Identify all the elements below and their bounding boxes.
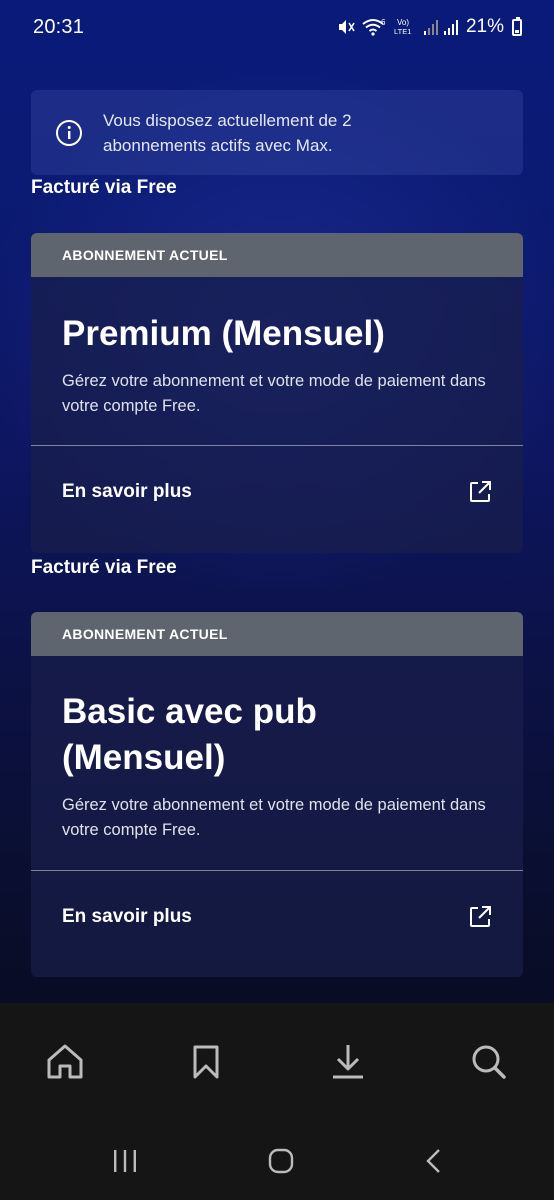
external-link-icon: [470, 906, 491, 927]
info-banner-text: Vous disposez actuellement de 2 abonneme…: [103, 110, 352, 155]
app-screen: 20:31 6 Vo) LTE1 21% Vous disposez actue…: [0, 0, 554, 1003]
learn-more-label: En savoir plus: [62, 906, 192, 927]
signal-icon: [443, 20, 458, 35]
nav-downloads[interactable]: [327, 1041, 369, 1083]
home-icon: [47, 1044, 83, 1079]
subscription-card: ABONNEMENT ACTUEL Basic avec pub (Mensue…: [31, 612, 523, 977]
plan-title: Basic avec pub (Mensuel): [62, 692, 317, 777]
card-header: ABONNEMENT ACTUEL: [31, 233, 523, 277]
status-icons: 6 Vo) LTE1: [336, 17, 458, 37]
external-link-icon: [470, 481, 491, 502]
signal-icon: [423, 20, 438, 35]
status-bar: 20:31 6 Vo) LTE1 21%: [0, 0, 554, 54]
plan-title: Premium (Mensuel): [62, 314, 385, 353]
billing-label: Facturé via Free: [31, 557, 177, 578]
svg-text:6: 6: [381, 18, 386, 27]
learn-more-label: En savoir plus: [62, 481, 192, 502]
info-icon: [56, 119, 82, 146]
back-icon[interactable]: [424, 1148, 444, 1174]
card-body: Basic avec pub (Mensuel) Gérez votre abo…: [31, 656, 523, 870]
status-indicators: 6 Vo) LTE1 21%: [336, 16, 522, 38]
search-icon: [472, 1045, 506, 1079]
bottom-navigation: [0, 1003, 554, 1121]
svg-text:LTE1: LTE1: [394, 27, 411, 36]
card-header: ABONNEMENT ACTUEL: [31, 612, 523, 656]
subscription-card: ABONNEMENT ACTUEL Premium (Mensuel) Gére…: [31, 233, 523, 553]
battery-percent: 21%: [465, 16, 504, 37]
nav-home[interactable]: [44, 1041, 86, 1083]
bookmark-icon: [193, 1045, 219, 1079]
wifi-6-icon: 6: [362, 18, 386, 36]
nav-search[interactable]: [468, 1041, 510, 1083]
svg-text:Vo): Vo): [397, 18, 409, 27]
mute-icon: [338, 20, 355, 34]
home-circle-icon[interactable]: [268, 1148, 294, 1174]
billing-label: Facturé via Free: [31, 177, 177, 198]
download-icon: [332, 1045, 363, 1079]
learn-more-link[interactable]: En savoir plus: [31, 871, 523, 963]
card-body: Premium (Mensuel) Gérez votre abonnement…: [31, 277, 523, 445]
learn-more-link[interactable]: En savoir plus: [31, 446, 523, 538]
plan-description: Gérez votre abonnement et votre mode de …: [62, 796, 486, 839]
info-banner: Vous disposez actuellement de 2 abonneme…: [31, 90, 523, 175]
nav-watchlist[interactable]: [185, 1041, 227, 1083]
recents-icon[interactable]: [112, 1148, 138, 1174]
system-navigation-bar: [0, 1121, 554, 1200]
plan-description: Gérez votre abonnement et votre mode de …: [62, 372, 486, 415]
status-time: 20:31: [33, 15, 85, 38]
battery-icon: [512, 16, 522, 36]
volte-icon: Vo) LTE1: [394, 18, 411, 36]
